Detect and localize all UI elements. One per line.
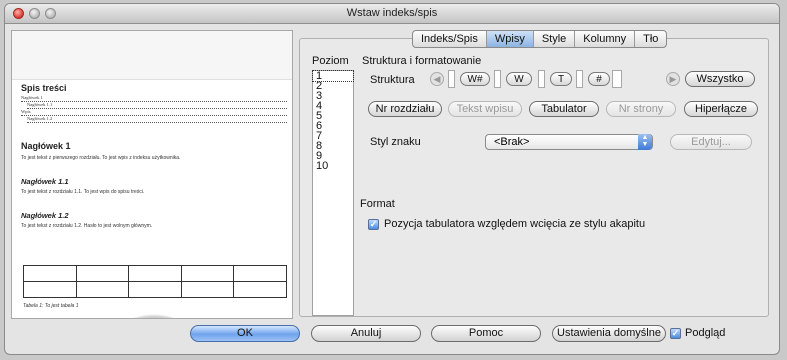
preview-checkbox-label: Podgląd	[685, 327, 726, 339]
preview-toc-line: Wpis	[21, 109, 287, 116]
preview-table	[23, 265, 287, 298]
preview-paragraph-1: To jest tekst z pierwszego rozdziału. To…	[21, 155, 181, 161]
token-tab[interactable]: T	[550, 72, 572, 86]
scroll-left-icon[interactable]: ◀	[430, 72, 444, 86]
preview-paragraph-1-2: To jest tekst z rozdziału 1.2. Hasło to …	[21, 223, 153, 229]
levels-header: Poziom	[312, 55, 349, 67]
tab-columns[interactable]: Kolumny	[574, 31, 634, 47]
preview-top-margin	[12, 31, 292, 80]
chapter-number-button[interactable]: Nr rozdziału	[368, 101, 442, 117]
preview-table-caption: Tabela 1: To jest tabela 1	[23, 303, 79, 309]
char-style-value: <Brak>	[494, 136, 530, 148]
cancel-button[interactable]: Anuluj	[311, 325, 421, 342]
structure-label: Struktura	[370, 74, 415, 86]
window-title: Wstaw indeks/spis	[346, 7, 438, 19]
structure-text-slot[interactable]	[538, 70, 545, 88]
tab-index-toc[interactable]: Indeks/Spis	[413, 31, 486, 47]
preview-checkbox[interactable]: ✓	[670, 328, 681, 339]
format-label: Format	[360, 198, 395, 210]
token-page-number[interactable]: #	[588, 72, 610, 86]
levels-list[interactable]: 1 2 3 4 5 6 7 8 9 10	[312, 70, 354, 316]
token-chapter-number[interactable]: W#	[460, 72, 490, 86]
preview-toc-line: Nagłówek 1.2	[27, 116, 287, 123]
preview-heading-1: Nagłówek 1	[21, 141, 71, 151]
preview-heading-1-1: Nagłówek 1.1	[21, 177, 69, 186]
structure-text-slot[interactable]	[448, 70, 455, 88]
preview-toc-title: Spis treści	[21, 83, 67, 93]
tab-position-checkbox[interactable]: ✓	[368, 219, 379, 230]
document-preview: Spis treści Nagłówek 1 Nagłówek 1.1 Wpis…	[11, 30, 293, 319]
select-arrows-icon: ▲ ▼	[638, 134, 652, 150]
preview-paragraph-1-1: To jest tekst z rozdziału 1.1. To jest w…	[21, 189, 145, 195]
tab-entries[interactable]: Wpisy	[485, 31, 533, 47]
tab-bar: Indeks/Spis Wpisy Style Kolumny Tło	[412, 30, 668, 48]
level-item[interactable]: 10	[313, 161, 353, 172]
preview-heading-1-2: Nagłówek 1.2	[21, 211, 69, 220]
structure-text-slot[interactable]	[494, 70, 501, 88]
preview-toc-line: Nagłówek 1	[21, 95, 287, 102]
entry-text-button[interactable]: Tekst wpisu	[448, 101, 522, 117]
all-button[interactable]: Wszystko	[685, 71, 755, 87]
structure-section-label: Struktura i formatowanie	[362, 55, 482, 67]
edit-button[interactable]: Edytuj...	[670, 134, 752, 150]
restore-defaults-button[interactable]: Ustawienia domyślne	[552, 325, 666, 342]
tab-styles[interactable]: Style	[532, 31, 574, 47]
tab-stop-button[interactable]: Tabulator	[529, 101, 599, 117]
preview-toc-line: Nagłówek 1.1	[27, 102, 287, 109]
page-number-button[interactable]: Nr strony	[606, 101, 676, 117]
hyperlink-button[interactable]: Hiperłącze	[684, 101, 758, 117]
ok-button[interactable]: OK	[190, 325, 300, 342]
structure-text-slot[interactable]	[612, 70, 622, 88]
title-bar[interactable]: Wstaw indeks/spis	[5, 4, 779, 24]
tab-position-label: Pozycja tabulatora względem wcięcia ze s…	[384, 218, 646, 230]
char-style-label: Styl znaku	[370, 136, 421, 148]
structure-text-slot[interactable]	[576, 70, 583, 88]
help-button[interactable]: Pomoc	[431, 325, 541, 342]
scroll-right-icon[interactable]: ▶	[666, 72, 680, 86]
char-style-select[interactable]: <Brak> ▲ ▼	[485, 134, 653, 150]
token-entry[interactable]: W	[506, 72, 532, 86]
preview-graphic	[124, 314, 184, 318]
tab-background[interactable]: Tło	[634, 31, 666, 47]
